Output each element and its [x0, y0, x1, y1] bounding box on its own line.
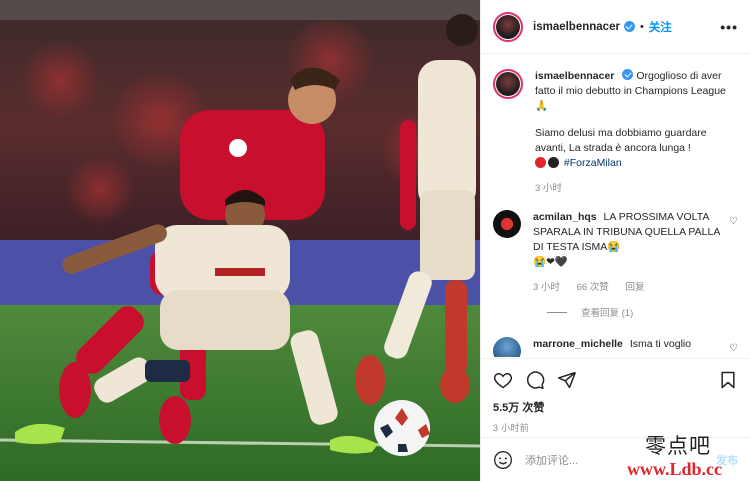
red-circle-icon: [535, 157, 546, 168]
follow-button[interactable]: 关注: [649, 19, 672, 35]
author-username[interactable]: ismaelbennacer: [533, 21, 620, 33]
watermark-title: 零点吧: [645, 434, 711, 458]
caption-username[interactable]: ismaelbennacer: [535, 70, 614, 82]
view-replies-button[interactable]: 查看回复 (1): [547, 305, 738, 319]
post-actions: 5.5万 次赞 3 小时前: [481, 358, 750, 434]
caption-avatar[interactable]: [493, 69, 523, 99]
reply-button[interactable]: 回复: [625, 282, 644, 293]
likes-count[interactable]: 5.5万 次赞: [493, 399, 738, 415]
comment-icon[interactable]: [525, 370, 545, 390]
comment-username[interactable]: acmilan_hqs: [533, 211, 597, 223]
comment-time: 3 小时: [533, 282, 560, 293]
post-side-panel: ismaelbennacer • 关注 ••• ismaelbennacer O…: [480, 0, 750, 481]
separator-dot: •: [639, 20, 644, 33]
comment-avatar[interactable]: [493, 210, 521, 238]
football-match-image: [0, 0, 480, 481]
post-header: ismaelbennacer • 关注 •••: [481, 0, 750, 54]
comment-like-heart-icon[interactable]: ♡: [729, 216, 738, 227]
verified-badge-icon: [623, 21, 635, 32]
add-comment-input[interactable]: 添加评论...: [525, 452, 578, 468]
comment-like-heart-icon[interactable]: ♡: [729, 343, 738, 354]
caption-time: 3 小时: [535, 183, 562, 194]
comment-item: acmilan_hqs LA PROSSIMA VOLTA SPARALA IN…: [493, 210, 738, 295]
comment-likes[interactable]: 66 次赞: [577, 282, 609, 293]
football: [374, 400, 430, 456]
comment-avatar[interactable]: [493, 337, 521, 357]
verified-badge-icon: [622, 69, 634, 80]
comment-text: Isma ti voglio: [629, 338, 692, 350]
more-horizontal-icon[interactable]: •••: [720, 19, 738, 35]
post-photo[interactable]: [0, 0, 480, 481]
comment-emojis: 😭❤🖤: [533, 256, 568, 268]
bookmark-icon[interactable]: [718, 370, 738, 390]
comment-item: marrone_michelle Isma ti voglio ♡: [493, 337, 738, 357]
comments-list[interactable]: ismaelbennacer Orgoglioso di aver fatto …: [481, 55, 750, 357]
emoji-icon[interactable]: [493, 450, 513, 470]
caption: ismaelbennacer Orgoglioso di aver fatto …: [493, 69, 738, 196]
comment-username[interactable]: marrone_michelle: [533, 338, 623, 350]
author-avatar[interactable]: [493, 11, 523, 42]
watermark-url: www.Ldb.cc: [627, 459, 723, 479]
caption-text-2: Siamo delusi ma dobbiamo guardare avanti…: [535, 127, 707, 154]
heart-icon[interactable]: [493, 370, 513, 390]
hashtag-link[interactable]: #ForzaMilan: [564, 157, 622, 169]
paper-plane-icon[interactable]: [557, 370, 577, 390]
black-circle-icon: [548, 157, 559, 168]
